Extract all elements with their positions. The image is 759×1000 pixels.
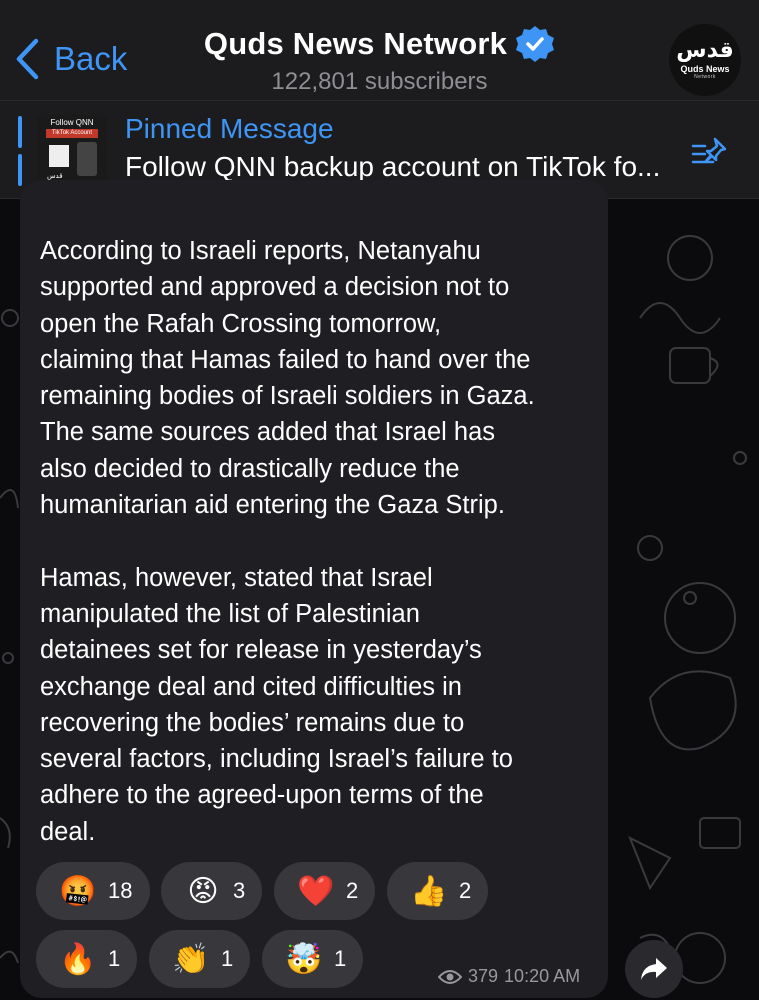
fire-icon: 🔥 xyxy=(59,942,97,976)
reaction-count: 1 xyxy=(221,946,234,971)
pinned-text: Follow QNN backup account on TikTok fo..… xyxy=(125,151,661,182)
avatar-logo: قدس xyxy=(676,38,734,63)
reaction-count: 2 xyxy=(346,878,359,903)
exploding-head-icon: 🤯 xyxy=(285,942,323,976)
angry-face-icon: 😡 xyxy=(187,874,219,908)
pin-list-icon[interactable] xyxy=(691,136,729,168)
clapping-hands-icon: 👏 xyxy=(172,942,210,976)
message-bubble[interactable]: According to Israeli reports, Netanyahu … xyxy=(20,180,608,998)
avatar-name: Quds News xyxy=(680,64,730,74)
reaction-count: 2 xyxy=(459,878,472,903)
reaction-count: 1 xyxy=(334,946,347,971)
chat-header: Back Quds News Network 122,801 subscribe… xyxy=(0,0,759,101)
message-time: 10:20 AM xyxy=(504,966,581,986)
share-arrow-icon xyxy=(641,958,667,980)
reaction-cursing[interactable]: 🤬 18 xyxy=(36,862,150,920)
pinned-thumbnail: Follow QNN TikTok Account قدس xyxy=(37,115,107,185)
reaction-thumbs-up[interactable]: 👍 2 xyxy=(387,862,488,920)
pinned-indicator xyxy=(18,116,23,186)
channel-title: Quds News Network xyxy=(203,26,508,61)
subscriber-count: 122,801 subscribers xyxy=(271,68,488,95)
reaction-angry[interactable]: 😡 3 xyxy=(161,862,262,920)
avatar-subtitle: Network xyxy=(694,74,716,80)
channel-avatar[interactable]: قدس Quds News Network xyxy=(669,24,741,96)
thumbnail-subtitle: TikTok Account xyxy=(46,129,98,138)
channel-info[interactable]: Quds News Network 122,801 subscribers xyxy=(0,24,759,96)
reaction-count: 18 xyxy=(108,878,133,903)
message-meta: 379 10:20 AM xyxy=(438,966,580,987)
view-count: 379 xyxy=(468,966,499,986)
share-button[interactable] xyxy=(625,940,683,998)
reaction-heart[interactable]: ❤️ 2 xyxy=(274,862,375,920)
reaction-count: 1 xyxy=(108,946,121,971)
reaction-count: 3 xyxy=(233,878,246,903)
reaction-clap[interactable]: 👏 1 xyxy=(149,930,250,988)
reaction-exploding-head[interactable]: 🤯 1 xyxy=(262,930,363,988)
phone-icon xyxy=(77,142,97,176)
thumbnail-title: Follow QNN xyxy=(50,118,94,127)
thumbs-up-icon: 👍 xyxy=(410,874,448,908)
verified-badge-icon xyxy=(516,26,555,62)
pinned-title: Pinned Message xyxy=(125,113,334,144)
eye-icon xyxy=(438,969,462,984)
cursing-face-icon: 🤬 xyxy=(59,874,97,908)
thumbnail-logo: قدس xyxy=(47,173,63,180)
red-heart-icon: ❤️ xyxy=(297,874,335,908)
message-text: According to Israeli reports, Netanyahu … xyxy=(40,237,535,846)
reaction-fire[interactable]: 🔥 1 xyxy=(36,930,137,988)
qr-code-icon xyxy=(49,145,69,167)
